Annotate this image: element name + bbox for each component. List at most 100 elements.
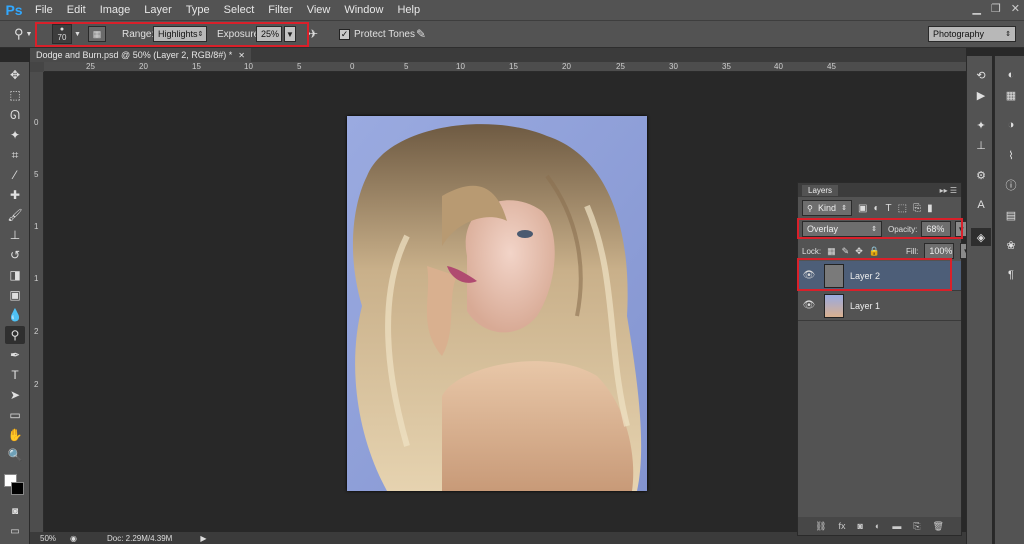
move-tool-icon[interactable]: ✥ [5,66,25,84]
history-brush-tool-icon[interactable]: ↺ [5,246,25,264]
brush-panel-button[interactable]: ▦ [88,21,106,47]
dodge-tool-preset[interactable]: ⚲ ▼ [14,21,32,47]
new-group-icon[interactable]: ▬ [892,521,901,531]
background-color-swatch[interactable] [11,482,24,495]
link-layers-icon[interactable]: ⛓ [815,521,826,532]
ruler-origin[interactable] [30,62,44,72]
menu-filter[interactable]: Filter [261,0,299,20]
menu-layer[interactable]: Layer [137,0,179,20]
rectangle-tool-icon[interactable]: ▭ [5,406,25,424]
document-tab[interactable]: Dodge and Burn.psd @ 50% (Layer 2, RGB/8… [30,48,251,62]
crop-tool-icon[interactable]: ⌗ [5,146,25,164]
brush-dot-icon: ● [59,26,65,33]
swatches-icon[interactable]: ▦ [1001,86,1021,104]
zoom-level[interactable]: 50% [30,534,64,543]
menu-edit[interactable]: Edit [60,0,93,20]
eyedropper-tool-icon[interactable]: ⁄ [5,166,25,184]
gradient-tool-icon[interactable]: ▣ [5,286,25,304]
zoom-tool-icon[interactable]: 🔍 [5,446,25,464]
marquee-tool-icon[interactable]: ⬚ [5,86,25,104]
menu-file[interactable]: File [28,0,60,20]
brush-presets-icon[interactable]: ✦ [971,116,991,134]
filter-shape-icon[interactable]: ⬚ [898,203,907,214]
new-adjustment-icon[interactable]: ◐ [875,521,880,531]
visibility-eye-icon[interactable]: 👁 [798,270,820,281]
lock-pixels-icon[interactable]: ✎ [842,246,850,257]
layer-filter-select[interactable]: ⚲ Kind ⇕ [802,200,852,216]
lasso-tool-icon[interactable]: ᘏ [5,106,25,124]
adjustments-icon[interactable]: ◑ [1001,116,1021,134]
quick-mask-icon[interactable]: ◙ [5,502,25,520]
workspace-select[interactable]: Photography ⇕ [928,26,1016,42]
info-icon[interactable]: ⓘ [1001,176,1021,194]
share-icon[interactable]: ◉ [70,534,77,543]
magic-wand-tool-icon[interactable]: ✦ [5,126,25,144]
add-mask-icon[interactable]: ◙ [857,521,862,531]
chevron-right-icon[interactable]: ▶ [200,534,206,543]
opacity-input[interactable]: 68% [921,221,952,237]
menu-type[interactable]: Type [179,0,217,20]
pressure-button[interactable]: ✎ [416,21,426,47]
character-icon[interactable]: A [971,196,991,214]
exposure-input[interactable]: 25% [256,26,282,42]
lock-all-icon[interactable]: 🔒 [869,246,880,257]
close-icon[interactable]: ✕ [1011,2,1020,15]
menu-help[interactable]: Help [390,0,427,20]
blur-tool-icon[interactable]: 💧 [5,306,25,324]
lock-transparent-icon[interactable]: ▦ [827,246,836,257]
blend-mode-select[interactable]: Overlay ⇕ [802,221,882,237]
filter-smart-object-icon[interactable]: ⎘ [913,203,921,214]
brush-tool-icon[interactable]: 🖌 [5,206,25,224]
type-tool-icon[interactable]: T [5,366,25,384]
dodge-tool-icon[interactable]: ⚲ [5,326,25,344]
clone-source-icon[interactable]: ⊥ [971,136,991,154]
actions-icon[interactable]: ▶ [971,86,991,104]
close-icon[interactable]: ✕ [238,51,245,60]
range-select[interactable]: Highlights ⇕ [153,26,207,42]
eraser-tool-icon[interactable]: ◨ [5,266,25,284]
brush-size-picker[interactable]: ● 70 ▼ [52,21,81,47]
delete-layer-icon[interactable]: 🗑 [933,521,944,532]
fill-input[interactable]: 100% [924,243,955,259]
clone-stamp-tool-icon[interactable]: ⊥ [5,226,25,244]
tool-presets-icon[interactable]: ⚙ [971,166,991,184]
color-icon[interactable]: ◐ [1001,66,1021,84]
layer-row-layer-1[interactable]: 👁 Layer 1 [798,291,961,321]
menu-view[interactable]: View [300,0,338,20]
path-selection-tool-icon[interactable]: ➤ [5,386,25,404]
document-image[interactable] [347,116,647,491]
panel-menu-icon[interactable]: ▸▸ ☰ [940,186,957,195]
layer-style-icon[interactable]: fx [838,521,845,531]
ruler-h-label: 10 [456,62,465,71]
lock-position-icon[interactable]: ✥ [855,246,863,257]
minimize-icon[interactable]: ▁ [972,2,980,15]
paragraph-icon[interactable]: ¶ [1001,266,1021,284]
history-icon[interactable]: ⟲ [971,66,991,84]
filter-type-icon[interactable]: T [886,203,892,214]
airbrush-button[interactable]: ✈ [308,21,318,47]
menu-image[interactable]: Image [93,0,138,20]
screen-mode-icon[interactable]: ▭ [5,522,25,540]
search-icon: ⚲ [807,203,813,213]
menu-window[interactable]: Window [337,0,390,20]
paths-icon[interactable]: ⌇ [1001,146,1021,164]
filter-pixel-icon[interactable]: ▣ [858,203,867,214]
new-layer-icon[interactable]: ⎘ [913,521,920,532]
visibility-eye-icon[interactable]: 👁 [798,300,820,311]
filter-toggle-icon[interactable]: ▮ [927,203,933,214]
channels-icon[interactable]: ❀ [1001,236,1021,254]
protect-tones-checkbox[interactable]: ✓ [339,28,350,40]
properties-icon[interactable]: ▤ [1001,206,1021,224]
layer-row-layer-2[interactable]: 👁 Layer 2 [798,261,961,291]
healing-brush-tool-icon[interactable]: ✚ [5,186,25,204]
hand-tool-icon[interactable]: ✋ [5,426,25,444]
horizontal-ruler[interactable]: 25 20 15 10 5 0 5 10 15 20 25 30 35 40 45 [44,62,966,72]
menu-select[interactable]: Select [217,0,262,20]
layers-panel-icon[interactable]: ◈ [971,228,991,246]
filter-adjustment-icon[interactable]: ◐ [873,203,879,214]
vertical-ruler[interactable]: 0 5 1 1 2 2 [30,72,44,532]
exposure-dropdown[interactable]: ▼ [284,26,296,42]
pen-tool-icon[interactable]: ✒ [5,346,25,364]
layers-tab[interactable]: Layers [802,184,839,196]
restore-icon[interactable]: ❐ [991,2,1001,15]
